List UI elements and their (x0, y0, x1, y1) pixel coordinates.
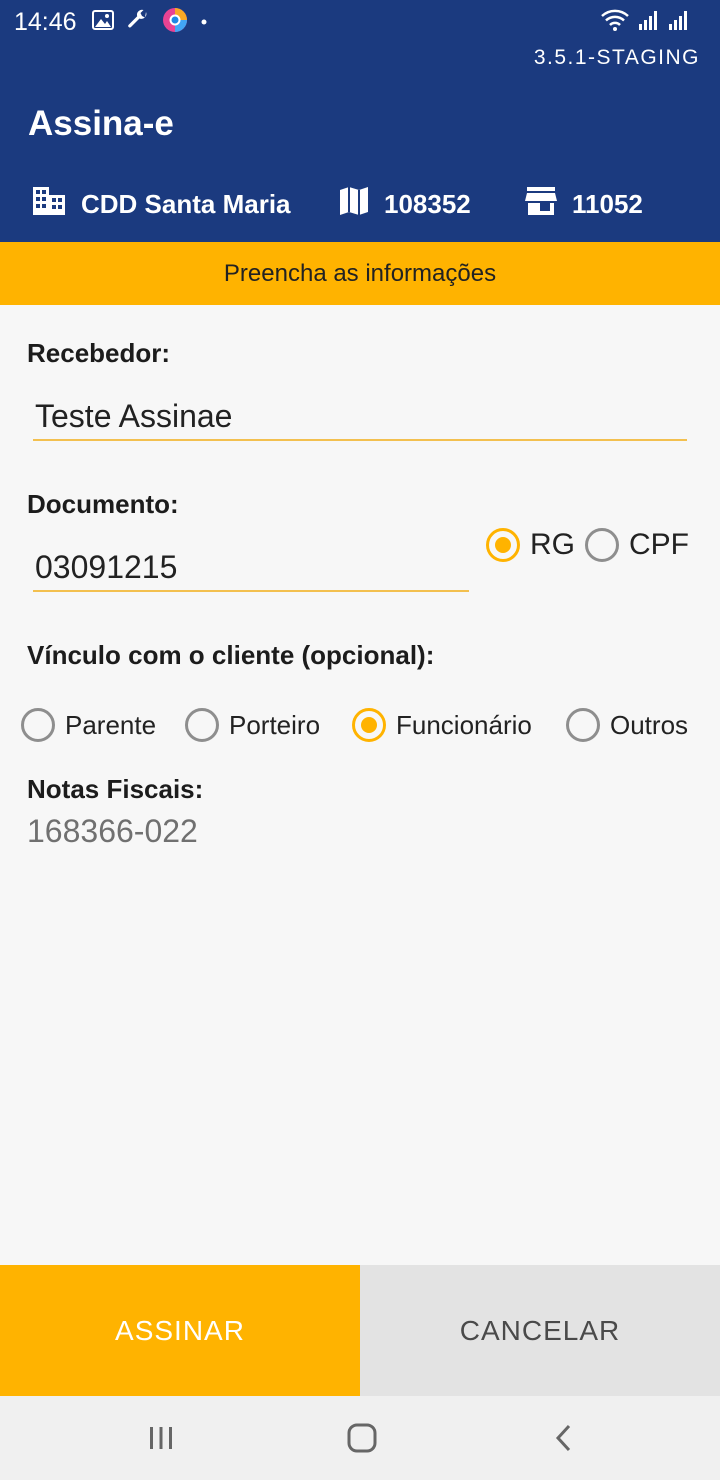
app-title: Assina-e (28, 104, 174, 143)
status-notification-icons (92, 7, 208, 38)
document-input[interactable] (33, 544, 469, 592)
store-icon (524, 185, 558, 224)
receiver-input[interactable] (33, 393, 687, 441)
radio-relation-porteiro[interactable]: Porteiro (185, 705, 320, 745)
image-icon (92, 9, 114, 35)
info-text: CDD Santa Maria (81, 188, 291, 219)
radio-document-cpf[interactable]: CPF (585, 525, 689, 565)
sign-button[interactable]: ASSINAR (0, 1265, 360, 1396)
radio-relation-funcionario[interactable]: Funcionário (352, 705, 532, 745)
radio-label: Parente (65, 709, 157, 740)
invoices-value: 168366-022 (27, 813, 198, 849)
radio-label: Outros (610, 709, 689, 740)
info-store: 11052 (524, 184, 643, 224)
browser-app-icon (162, 7, 188, 38)
radio-unchecked-icon (185, 708, 219, 742)
app-version: 3.5.1-STAGING (533, 46, 700, 69)
signal-icon (668, 9, 690, 36)
info-distribution-center: CDD Santa Maria (31, 184, 291, 224)
building-icon (31, 185, 67, 224)
receiver-label: Recebedor: (27, 338, 171, 368)
radio-relation-outros[interactable]: Outros (566, 705, 688, 745)
radio-label: CPF (629, 528, 689, 561)
radio-checked-icon (486, 528, 520, 562)
home-icon[interactable] (340, 1416, 384, 1460)
radio-document-rg[interactable]: RG (486, 525, 575, 565)
system-nav-bar (0, 1396, 720, 1480)
dot-icon (200, 13, 208, 31)
app-header: 14:46 3.5.1-STAGING Assina-e CDD Santa M… (0, 0, 720, 242)
info-text: 11052 (572, 188, 643, 219)
status-system-icons (600, 8, 690, 36)
map-icon (338, 185, 370, 224)
header-info-row: CDD Santa Maria 108352 11052 (0, 184, 720, 224)
radio-unchecked-icon (585, 528, 619, 562)
relation-label: Vínculo com o cliente (opcional): (27, 640, 435, 670)
radio-label: Porteiro (229, 709, 321, 740)
signal-icon (638, 9, 660, 36)
wifi-icon (600, 8, 630, 37)
radio-checked-icon (352, 708, 386, 742)
recent-apps-icon[interactable] (139, 1416, 183, 1460)
radio-relation-parente[interactable]: Parente (21, 705, 156, 745)
radio-label: Funcionário (396, 709, 532, 740)
instruction-banner: Preencha as informações (0, 242, 720, 305)
info-text: 108352 (384, 188, 471, 219)
radio-unchecked-icon (566, 708, 600, 742)
invoices-label: Notas Fiscais: (27, 774, 204, 804)
radio-unchecked-icon (21, 708, 55, 742)
cancel-button[interactable]: CANCELAR (360, 1265, 720, 1396)
status-time: 14:46 (14, 8, 77, 36)
info-route: 108352 (338, 184, 471, 224)
back-icon[interactable] (542, 1416, 586, 1460)
wrench-icon (126, 8, 150, 37)
radio-label: RG (530, 528, 575, 561)
document-label: Documento: (27, 489, 179, 519)
